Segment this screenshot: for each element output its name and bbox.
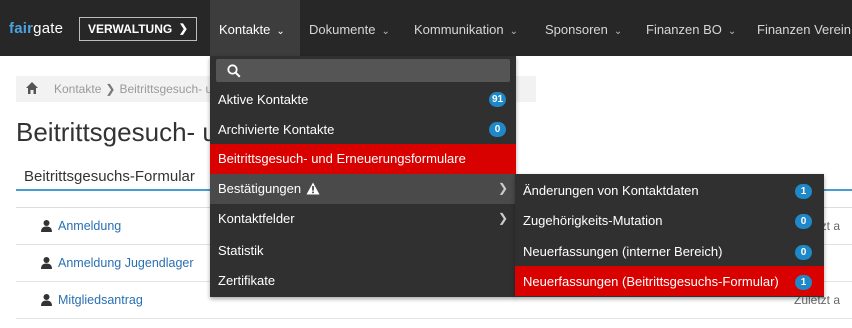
- submenu-item-label: Zugehörigkeits-Mutation: [523, 213, 663, 228]
- nav-kontakte[interactable]: Kontakte ⌄: [210, 0, 300, 56]
- menu-item-label: Bestätigungen: [218, 181, 302, 196]
- top-navigation-bar: fairgate VERWALTUNG ❯ Kontakte ⌄ Dokument…: [0, 0, 852, 56]
- chevron-right-icon: ❯: [497, 181, 508, 195]
- nav-finanzen-verein[interactable]: Finanzen Verein: [757, 0, 851, 56]
- nav-label: Sponsoren: [545, 22, 608, 37]
- user-icon: [41, 294, 52, 306]
- section-title: Beitrittsgesuchs-Formular: [24, 168, 195, 185]
- menu-item-label: Beitrittsgesuch- und Erneuerungsformular…: [218, 151, 466, 166]
- breadcrumb-text: Kontakte ❯ Beitrittsgesuch- u: [54, 82, 212, 96]
- nav-kommunikation[interactable]: Kommunikation ⌄: [414, 0, 518, 56]
- menu-item-kontaktfelder[interactable]: Kontaktfelder ❯: [210, 204, 516, 234]
- count-badge: 91: [489, 92, 506, 107]
- chevron-down-icon: ❯: [178, 23, 188, 35]
- logo-rest: gate: [33, 20, 64, 37]
- menu-item-label: Statistik: [218, 243, 264, 258]
- user-icon: [41, 257, 52, 269]
- chevron-down-icon: ⌄: [613, 26, 623, 37]
- form-link[interactable]: Anmeldung: [58, 219, 121, 233]
- submenu-item-neuerfassungen-formular[interactable]: Neuerfassungen (Beitrittsgesuchs-Formula…: [515, 266, 824, 296]
- bestaetigungen-submenu: Änderungen von Kontaktdaten 1 Zugehörigk…: [515, 174, 824, 297]
- nav-dokumente[interactable]: Dokumente ⌄: [309, 0, 390, 56]
- form-link[interactable]: Anmeldung Jugendlager: [58, 256, 194, 270]
- search-icon: [227, 64, 241, 78]
- menu-item-aktive-kontakte[interactable]: Aktive Kontakte 91: [210, 85, 516, 115]
- menu-item-bestaetigungen[interactable]: Bestätigungen ❯: [210, 174, 516, 204]
- menu-item-label: Aktive Kontakte: [218, 92, 309, 107]
- page-title: Beitrittsgesuch- u: [16, 117, 217, 147]
- count-badge: 0: [489, 122, 506, 137]
- nav-label: Dokumente: [309, 22, 376, 37]
- breadcrumb-item-kontakte[interactable]: Kontakte: [54, 82, 101, 96]
- menu-item-zertifikate[interactable]: Zertifikate: [210, 266, 516, 296]
- nav-sponsoren[interactable]: Sponsoren ⌄: [545, 0, 622, 56]
- submenu-item-neuerfassungen-intern[interactable]: Neuerfassungen (interner Bereich) 0: [515, 236, 824, 266]
- menu-item-beitrittsgesuch[interactable]: Beitrittsgesuch- und Erneuerungsformular…: [210, 144, 516, 174]
- menu-item-archivierte-kontakte[interactable]: Archivierte Kontakte 0: [210, 115, 516, 145]
- submenu-item-label: Neuerfassungen (interner Bereich): [523, 244, 723, 259]
- chevron-down-icon: ⌄: [381, 26, 390, 37]
- mode-select[interactable]: VERWALTUNG ❯: [79, 17, 197, 41]
- chevron-down-icon: ⌄: [727, 26, 737, 37]
- nav-finanzen-bo[interactable]: Finanzen BO ⌄: [646, 0, 736, 56]
- chevron-right-icon: ❯: [497, 211, 508, 225]
- nav-label: Finanzen BO: [646, 22, 722, 37]
- submenu-item-label: Änderungen von Kontaktdaten: [523, 183, 699, 198]
- nav-label: Kommunikation: [414, 22, 504, 37]
- count-badge: 1: [795, 184, 812, 199]
- count-badge: 1: [795, 275, 812, 290]
- logo-brand: fair: [9, 20, 34, 37]
- warning-icon: [306, 182, 320, 195]
- menu-search-input[interactable]: [216, 59, 510, 82]
- form-link[interactable]: Mitgliedsantrag: [58, 293, 143, 307]
- menu-item-statistik[interactable]: Statistik: [210, 236, 516, 266]
- chevron-down-icon: ⌄: [276, 26, 285, 37]
- count-badge: 0: [795, 245, 812, 260]
- menu-item-label-wrap: Bestätigungen: [218, 181, 320, 196]
- nav-label: Kontakte: [219, 22, 271, 37]
- home-icon[interactable]: [25, 81, 39, 95]
- submenu-item-label: Neuerfassungen (Beitrittsgesuchs-Formula…: [523, 274, 779, 289]
- submenu-item-zugehoerigkeit[interactable]: Zugehörigkeits-Mutation 0: [515, 205, 824, 235]
- mode-select-value: VERWALTUNG: [88, 22, 173, 36]
- kontakte-dropdown-menu: Aktive Kontakte 91 Archivierte Kontakte …: [210, 56, 516, 297]
- menu-item-label: Archivierte Kontakte: [218, 122, 335, 137]
- fairgate-logo[interactable]: fairgate: [9, 20, 63, 37]
- breadcrumb-item-current: Beitrittsgesuch- u: [119, 82, 213, 96]
- count-badge: 0: [795, 214, 812, 229]
- submenu-item-aenderungen[interactable]: Änderungen von Kontaktdaten 1: [515, 175, 824, 205]
- user-icon: [41, 220, 52, 232]
- chevron-right-icon: ❯: [105, 82, 116, 96]
- menu-item-label: Kontaktfelder: [218, 211, 295, 226]
- nav-label: Finanzen Verein: [757, 22, 851, 37]
- chevron-down-icon: ⌄: [509, 26, 518, 37]
- menu-item-label: Zertifikate: [218, 273, 276, 288]
